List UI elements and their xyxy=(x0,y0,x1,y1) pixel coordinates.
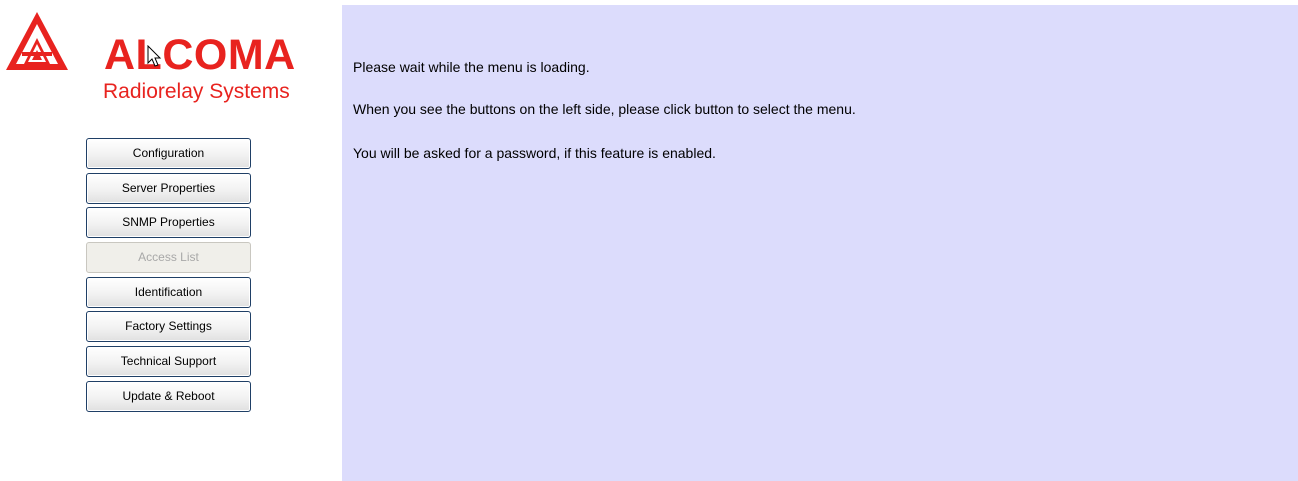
technical-support-button[interactable]: Technical Support xyxy=(86,346,251,378)
alcoma-logo-icon xyxy=(6,12,68,70)
identification-button[interactable]: Identification xyxy=(86,276,251,308)
content-frame: Please wait while the menu is loading. W… xyxy=(342,5,1298,481)
snmp-properties-button[interactable]: SNMP Properties xyxy=(86,207,251,239)
access-list-button: Access List xyxy=(86,242,251,274)
loading-message: Please wait while the menu is loading. xyxy=(353,59,590,75)
page: ALCOMA Radiorelay Systems Configuration … xyxy=(0,0,1298,481)
main-menu: Configuration Server Properties SNMP Pro… xyxy=(86,138,252,416)
server-properties-button[interactable]: Server Properties xyxy=(86,172,251,204)
brand-tagline: Radiorelay Systems xyxy=(103,80,290,103)
factory-settings-button[interactable]: Factory Settings xyxy=(86,311,251,343)
instruction-message: When you see the buttons on the left sid… xyxy=(353,101,856,117)
sidebar: ALCOMA Radiorelay Systems Configuration … xyxy=(0,0,342,481)
mouse-pointer-icon xyxy=(147,45,162,67)
password-message: You will be asked for a password, if thi… xyxy=(353,145,716,161)
configuration-button[interactable]: Configuration xyxy=(86,138,251,169)
brand-name: ALCOMA xyxy=(104,31,296,79)
update-reboot-button[interactable]: Update & Reboot xyxy=(86,380,251,412)
